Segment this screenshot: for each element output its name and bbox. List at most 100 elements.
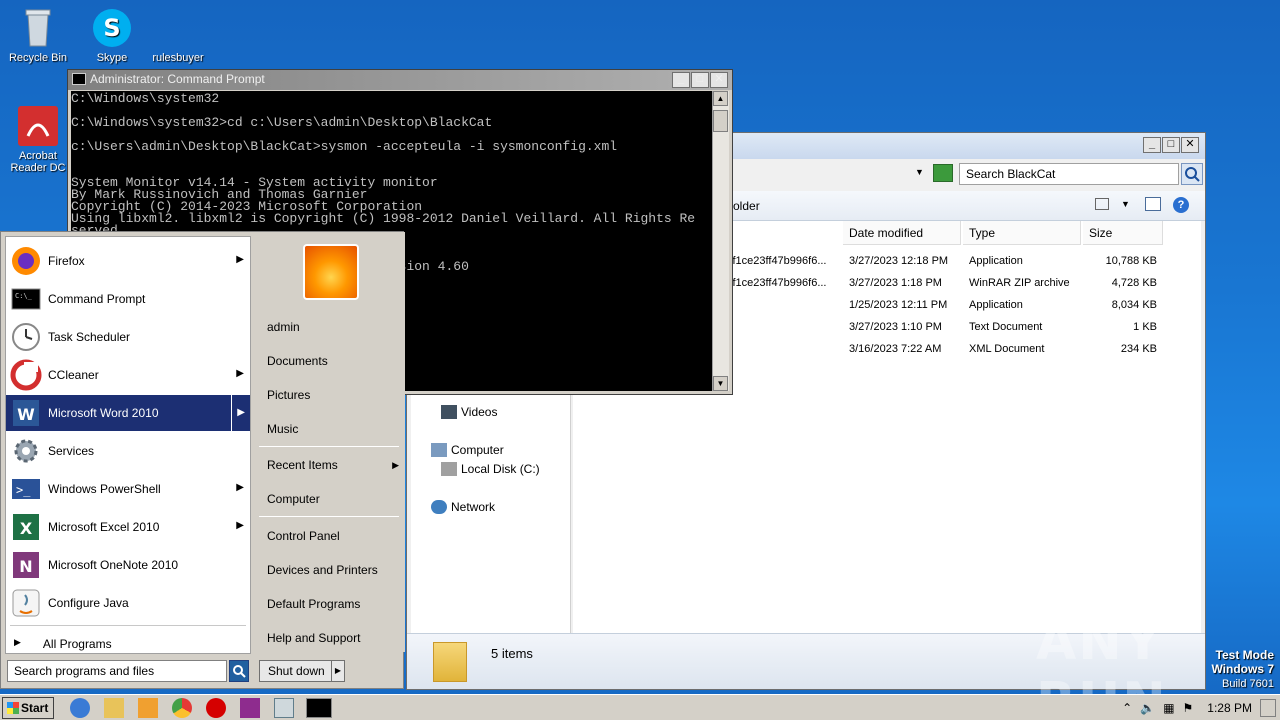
column-date[interactable]: Date modified bbox=[843, 221, 961, 245]
chevron-right-icon: ▶ bbox=[14, 637, 21, 647]
refresh-icon[interactable] bbox=[933, 164, 953, 182]
cmd-line: Using libxml2. libxml2 is Copyright (C) … bbox=[71, 211, 696, 226]
desktop-icon-skype[interactable]: S Skype bbox=[74, 6, 150, 64]
network-tray-icon[interactable]: ▦ bbox=[1163, 701, 1174, 715]
link-default-programs[interactable]: Default Programs bbox=[267, 597, 360, 611]
close-button[interactable]: ✕ bbox=[710, 72, 728, 88]
chevron-up-icon[interactable]: ⌃ bbox=[1122, 701, 1132, 715]
file-type: Application bbox=[969, 299, 1023, 311]
nav-label: Computer bbox=[451, 443, 504, 457]
all-programs-button[interactable]: ▶ All Programs bbox=[14, 637, 112, 651]
help-icon[interactable]: ? bbox=[1173, 197, 1189, 213]
start-menu: Firefox ▶ C:\_ Command Prompt Task Sched… bbox=[0, 231, 405, 689]
desktop-icon-label: Acrobat Reader DC bbox=[10, 150, 66, 174]
program-label: Microsoft Excel 2010 bbox=[48, 520, 160, 534]
desktop-icon-rulesbuyer[interactable]: rulesbuyer bbox=[140, 6, 216, 64]
nav-item-local-disk[interactable]: Local Disk (C:) bbox=[441, 462, 540, 476]
chevron-down-icon[interactable]: ▼ bbox=[915, 167, 924, 177]
search-icon[interactable] bbox=[1181, 163, 1203, 185]
winrar-icon[interactable] bbox=[240, 698, 260, 718]
cmd-titlebar[interactable]: Administrator: Command Prompt _ □ ✕ bbox=[68, 70, 732, 90]
java-icon bbox=[12, 589, 40, 617]
desktop-icon-label: Skype bbox=[96, 52, 128, 64]
program-firefox[interactable]: Firefox ▶ bbox=[6, 243, 250, 279]
flag-icon[interactable]: ⚑ bbox=[1183, 701, 1194, 715]
media-player-icon[interactable] bbox=[138, 698, 158, 718]
program-word[interactable]: W Microsoft Word 2010 ▶ bbox=[6, 395, 250, 431]
link-admin[interactable]: admin bbox=[267, 320, 300, 334]
program-label: Configure Java bbox=[48, 596, 129, 610]
cmd-taskbar-icon[interactable] bbox=[306, 698, 332, 718]
scroll-up-icon[interactable]: ▲ bbox=[713, 91, 728, 106]
cmd-line: c:\Users\admin\Desktop\BlackCat>sysmon -… bbox=[71, 139, 618, 154]
speaker-icon[interactable]: 🔈 bbox=[1140, 701, 1155, 715]
gear-icon bbox=[14, 439, 38, 463]
cmd-icon bbox=[72, 73, 86, 85]
svg-text:>_: >_ bbox=[16, 483, 31, 497]
link-devices-printers[interactable]: Devices and Printers bbox=[267, 563, 378, 577]
clock[interactable]: 1:28 PM bbox=[1207, 701, 1252, 715]
program-task-scheduler[interactable]: Task Scheduler bbox=[6, 319, 250, 355]
skype-icon: S bbox=[90, 6, 134, 50]
program-command-prompt[interactable]: C:\_ Command Prompt bbox=[6, 281, 250, 317]
show-desktop-button[interactable] bbox=[1260, 699, 1276, 717]
column-size[interactable]: Size bbox=[1083, 221, 1163, 245]
opera-icon[interactable] bbox=[206, 698, 226, 718]
desktop-icon-acrobat[interactable]: Acrobat Reader DC bbox=[0, 104, 76, 174]
cmd-scrollbar[interactable]: ▲ ▼ bbox=[712, 91, 729, 391]
ccleaner-icon bbox=[10, 359, 42, 391]
desktop-icon-label: Recycle Bin bbox=[8, 52, 68, 64]
shutdown-options-icon[interactable]: ▶ bbox=[331, 660, 345, 682]
maximize-button[interactable]: □ bbox=[691, 72, 709, 88]
search-icon[interactable] bbox=[229, 660, 249, 682]
notepad-icon[interactable] bbox=[274, 698, 294, 718]
link-label: Recent Items bbox=[267, 458, 338, 472]
link-documents[interactable]: Documents bbox=[267, 354, 328, 368]
chrome-icon[interactable] bbox=[172, 698, 192, 718]
link-recent-items[interactable]: Recent Items ▶ bbox=[267, 458, 399, 472]
ie-icon[interactable] bbox=[70, 698, 90, 718]
explorer-icon[interactable] bbox=[104, 698, 124, 718]
program-java[interactable]: Configure Java bbox=[6, 585, 250, 621]
nav-item-network[interactable]: Network bbox=[431, 500, 495, 514]
start-programs-list: Firefox ▶ C:\_ Command Prompt Task Sched… bbox=[5, 236, 251, 654]
program-powershell[interactable]: >_ Windows PowerShell ▶ bbox=[6, 471, 250, 507]
nav-item-videos[interactable]: Videos bbox=[441, 405, 497, 419]
recycle-bin-icon bbox=[16, 6, 60, 50]
drive-icon bbox=[441, 462, 457, 476]
link-help-support[interactable]: Help and Support bbox=[267, 631, 360, 645]
program-ccleaner[interactable]: CCleaner ▶ bbox=[6, 357, 250, 393]
link-control-panel[interactable]: Control Panel bbox=[267, 529, 340, 543]
minimize-button[interactable]: _ bbox=[1143, 137, 1161, 153]
nav-item-computer[interactable]: Computer bbox=[431, 443, 504, 457]
minimize-button[interactable]: _ bbox=[672, 72, 690, 88]
program-services[interactable]: Services bbox=[6, 433, 250, 469]
program-excel[interactable]: X Microsoft Excel 2010 ▶ bbox=[6, 509, 250, 545]
svg-text:S: S bbox=[103, 14, 120, 42]
link-pictures[interactable]: Pictures bbox=[267, 388, 310, 402]
word-icon: W bbox=[13, 400, 39, 426]
view-options-icon[interactable] bbox=[1095, 198, 1109, 210]
column-type[interactable]: Type bbox=[963, 221, 1081, 245]
link-music[interactable]: Music bbox=[267, 422, 298, 436]
desktop-icon-recycle-bin[interactable]: Recycle Bin bbox=[0, 6, 76, 64]
search-input[interactable]: Search BlackCat bbox=[959, 163, 1179, 185]
new-folder-button[interactable]: older bbox=[733, 199, 760, 213]
link-computer[interactable]: Computer bbox=[267, 492, 320, 506]
file-date: 3/27/2023 1:10 PM bbox=[849, 321, 942, 333]
chevron-down-icon[interactable]: ▼ bbox=[1121, 199, 1130, 209]
cmd-line: C:\Windows\system32 bbox=[71, 91, 220, 106]
divider bbox=[259, 446, 399, 447]
powershell-icon: >_ bbox=[12, 479, 40, 499]
firefox-icon bbox=[12, 247, 40, 275]
preview-pane-icon[interactable] bbox=[1145, 197, 1161, 211]
program-onenote[interactable]: N Microsoft OneNote 2010 bbox=[6, 547, 250, 583]
scroll-thumb[interactable] bbox=[713, 110, 728, 132]
close-button[interactable]: ✕ bbox=[1181, 137, 1199, 153]
start-button[interactable]: Start bbox=[2, 697, 54, 719]
avatar[interactable] bbox=[303, 244, 359, 300]
scroll-down-icon[interactable]: ▼ bbox=[713, 376, 728, 391]
chevron-right-icon[interactable]: ▶ bbox=[231, 395, 250, 431]
start-search-input[interactable]: Search programs and files bbox=[7, 660, 227, 682]
maximize-button[interactable]: □ bbox=[1162, 137, 1180, 153]
